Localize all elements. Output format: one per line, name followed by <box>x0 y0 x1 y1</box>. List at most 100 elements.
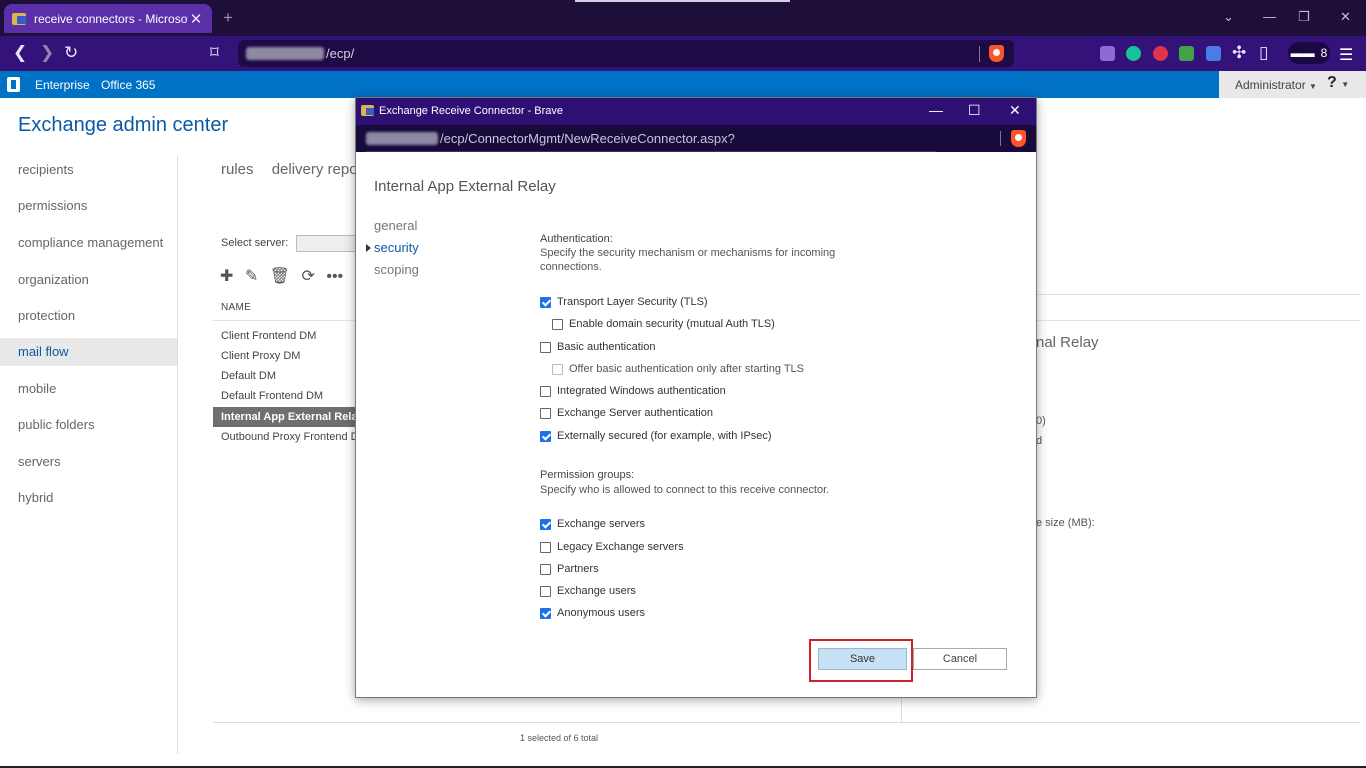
tab-close-icon[interactable]: ✕ <box>188 10 204 28</box>
minimize-icon[interactable]: — <box>1263 9 1276 24</box>
table-row[interactable]: Outbound Proxy Frontend DM <box>213 427 363 447</box>
table-row-selected[interactable]: Internal App External Relay <box>213 407 363 427</box>
nav-item-protection[interactable]: protection <box>0 302 177 330</box>
checkbox-empty-icon[interactable] <box>540 585 551 597</box>
extension-gear-icon[interactable] <box>1100 46 1115 61</box>
checkbox-empty-icon[interactable] <box>540 541 551 553</box>
checkbox-domain-security[interactable]: Enable domain security (mutual Auth TLS) <box>552 318 775 330</box>
admin-menu[interactable]: Administrator ▼ <box>1235 78 1317 92</box>
tab-rules[interactable]: rules <box>221 161 254 178</box>
table-row[interactable]: Default DM <box>213 366 363 386</box>
checkbox-empty-icon[interactable] <box>540 563 551 575</box>
edit-icon[interactable]: ✎ <box>245 268 258 285</box>
checkbox-empty-icon[interactable] <box>540 341 551 353</box>
checkbox-basic-auth[interactable]: Basic authentication <box>540 341 655 353</box>
checkbox-legacy-exchange-servers[interactable]: Legacy Exchange servers <box>540 541 684 553</box>
nav-item-public-folders[interactable]: public folders <box>0 411 177 439</box>
checkbox-empty-icon[interactable] <box>540 407 551 419</box>
save-button[interactable]: Save <box>818 648 907 670</box>
checkbox-windows-auth[interactable]: Integrated Windows authentication <box>540 385 726 397</box>
nav-item-servers[interactable]: servers <box>0 448 177 476</box>
checkbox-checked-icon[interactable] <box>540 607 551 619</box>
restore-icon[interactable]: ❐ <box>1298 9 1310 25</box>
column-header-name[interactable]: NAME <box>221 302 251 313</box>
extension-counter-badge[interactable]: ▬▬ 8 <box>1288 42 1330 64</box>
refresh-icon[interactable]: ⟳ <box>301 268 314 285</box>
nav-office-365[interactable]: Office 365 <box>101 78 155 92</box>
checkbox-label: Externally secured (for example, with IP… <box>557 430 772 442</box>
checkbox-exchange-users[interactable]: Exchange users <box>540 585 636 597</box>
cancel-button[interactable]: Cancel <box>913 648 1007 670</box>
details-fragment: 0) <box>1036 415 1046 427</box>
checkbox-label: Enable domain security (mutual Auth TLS) <box>569 318 775 330</box>
table-row[interactable]: Default Frontend DM <box>213 386 363 406</box>
grammarly-icon[interactable] <box>1126 46 1141 61</box>
brave-shields-icon[interactable] <box>989 45 1004 62</box>
caret-down-icon: ▼ <box>1341 80 1350 89</box>
nav-item-compliance[interactable]: compliance management <box>0 229 177 257</box>
back-icon[interactable]: ❮ <box>13 44 27 62</box>
checkbox-label: Transport Layer Security (TLS) <box>557 296 708 308</box>
checkbox-partners[interactable]: Partners <box>540 563 599 575</box>
nav-item-mail-flow[interactable]: mail flow <box>0 338 177 366</box>
close-window-icon[interactable]: ✕ <box>1340 9 1351 25</box>
address-bar[interactable]: /ecp/ <box>238 40 1014 67</box>
new-tab-button[interactable]: + <box>223 8 233 28</box>
checkbox-label: Anonymous users <box>557 607 646 619</box>
checkbox-checked-icon[interactable] <box>540 296 551 308</box>
close-dialog-icon[interactable]: ✕ <box>1009 102 1021 119</box>
nav-enterprise[interactable]: Enterprise <box>35 78 90 92</box>
checkbox-externally-secured[interactable]: Externally secured (for example, with IP… <box>540 430 772 442</box>
minimize-icon[interactable]: — <box>929 102 943 118</box>
checkbox-exchange-server-auth[interactable]: Exchange Server authentication <box>540 407 713 419</box>
checkbox-empty-icon[interactable] <box>540 385 551 397</box>
checkbox-checked-icon[interactable] <box>540 430 551 442</box>
checkbox-checked-icon[interactable] <box>540 518 551 530</box>
tab-search-chevron-icon[interactable]: ⌄ <box>1223 9 1234 25</box>
help-menu[interactable]: ? ▼ <box>1327 74 1349 92</box>
browser-toolbar: ❮ ❯ ↻ ⌑ /ecp/ ✣ ▯ ▬▬ 8 ☰ <box>0 36 1366 71</box>
maximize-icon[interactable]: ☐ <box>968 102 981 119</box>
bookmark-icon[interactable]: ⌑ <box>210 44 219 62</box>
browser-menu-icon[interactable]: ☰ <box>1339 45 1353 65</box>
glasses-icon: ▬▬ <box>1290 46 1315 60</box>
extension-puzzle-green-icon[interactable] <box>1179 46 1194 61</box>
address-url: /ecp/ <box>326 46 355 61</box>
checkbox-exchange-servers[interactable]: Exchange servers <box>540 518 645 530</box>
nav-item-hybrid[interactable]: hybrid <box>0 484 177 512</box>
checkbox-anonymous-users[interactable]: Anonymous users <box>540 607 645 619</box>
more-icon[interactable]: ••• <box>326 268 343 285</box>
browser-tab-active[interactable]: receive connectors - Microsoft ✕ <box>4 4 212 33</box>
nav-divider <box>177 156 178 754</box>
nav-item-organization[interactable]: organization <box>0 266 177 294</box>
authentication-description: Specify the security mechanism or mechan… <box>540 247 836 273</box>
reload-icon[interactable]: ↻ <box>64 44 78 62</box>
extension-drop-icon[interactable] <box>1153 46 1168 61</box>
checkbox-label: Offer basic authentication only after st… <box>569 363 805 375</box>
dialog-nav-security[interactable]: security <box>374 240 419 255</box>
table-row[interactable]: Client Frontend DM <box>213 326 363 346</box>
checkbox-disabled-icon[interactable] <box>552 363 563 375</box>
redacted-host <box>366 132 438 145</box>
dialog-nav-scoping[interactable]: scoping <box>374 262 419 277</box>
dialog-nav-general[interactable]: general <box>374 218 417 233</box>
nav-item-mobile[interactable]: mobile <box>0 375 177 403</box>
checkbox-empty-icon[interactable] <box>552 318 563 330</box>
permission-groups-description: Specify who is allowed to connect to thi… <box>540 484 830 496</box>
tab-delivery-reports[interactable]: delivery repo <box>272 161 358 178</box>
forward-icon[interactable]: ❯ <box>40 44 54 62</box>
translate-icon[interactable] <box>1206 46 1221 61</box>
delete-icon[interactable]: 🗑 <box>270 268 290 285</box>
nav-item-permissions[interactable]: permissions <box>0 192 177 220</box>
table-row[interactable]: Client Proxy DM <box>213 346 363 366</box>
checkbox-label: Basic authentication <box>557 341 656 353</box>
checkbox-basic-after-tls[interactable]: Offer basic authentication only after st… <box>552 363 804 375</box>
nav-item-recipients[interactable]: recipients <box>0 156 177 184</box>
pane-divider <box>901 697 902 722</box>
sidebar-icon[interactable]: ▯ <box>1259 44 1268 62</box>
checkbox-tls[interactable]: Transport Layer Security (TLS) <box>540 296 708 308</box>
mail-flow-subtabs: rules delivery repo <box>221 161 372 178</box>
brave-shields-icon[interactable] <box>1011 130 1026 147</box>
add-icon[interactable]: ✚ <box>220 268 233 285</box>
extensions-puzzle-icon[interactable]: ✣ <box>1232 44 1246 62</box>
